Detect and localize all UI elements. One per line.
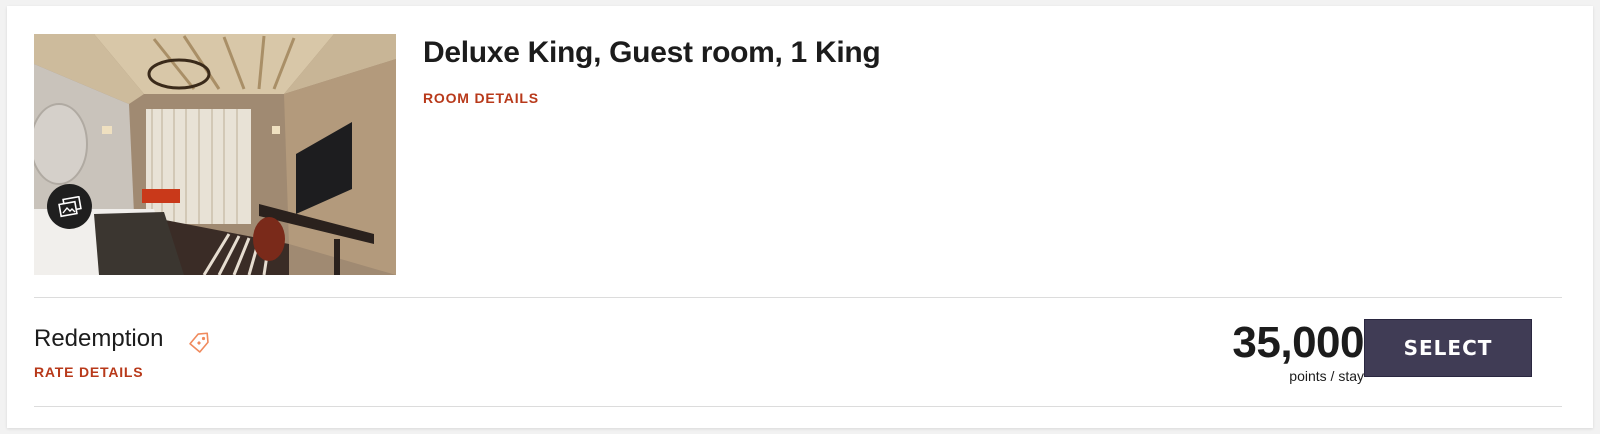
price-unit: points / stay: [1289, 368, 1364, 384]
gallery-button[interactable]: [47, 184, 92, 229]
section-divider: [34, 297, 1562, 298]
price-block: 35,000 points / stay: [1232, 318, 1364, 384]
room-details-link[interactable]: ROOM DETAILS: [423, 90, 539, 106]
price-tag-icon[interactable]: [187, 331, 211, 360]
gallery-icon: [57, 195, 82, 218]
room-photo-illustration: [34, 34, 396, 275]
select-button[interactable]: SELECT: [1364, 319, 1532, 377]
points-price: 35,000: [1232, 318, 1364, 367]
bottom-divider: [34, 406, 1562, 407]
room-photo[interactable]: [34, 34, 396, 275]
rate-name: Redemption: [34, 325, 164, 352]
rate-details-link[interactable]: RATE DETAILS: [34, 364, 143, 380]
room-rate-card: Deluxe King, Guest room, 1 King ROOM DET…: [7, 6, 1593, 428]
room-title: Deluxe King, Guest room, 1 King: [423, 36, 881, 69]
